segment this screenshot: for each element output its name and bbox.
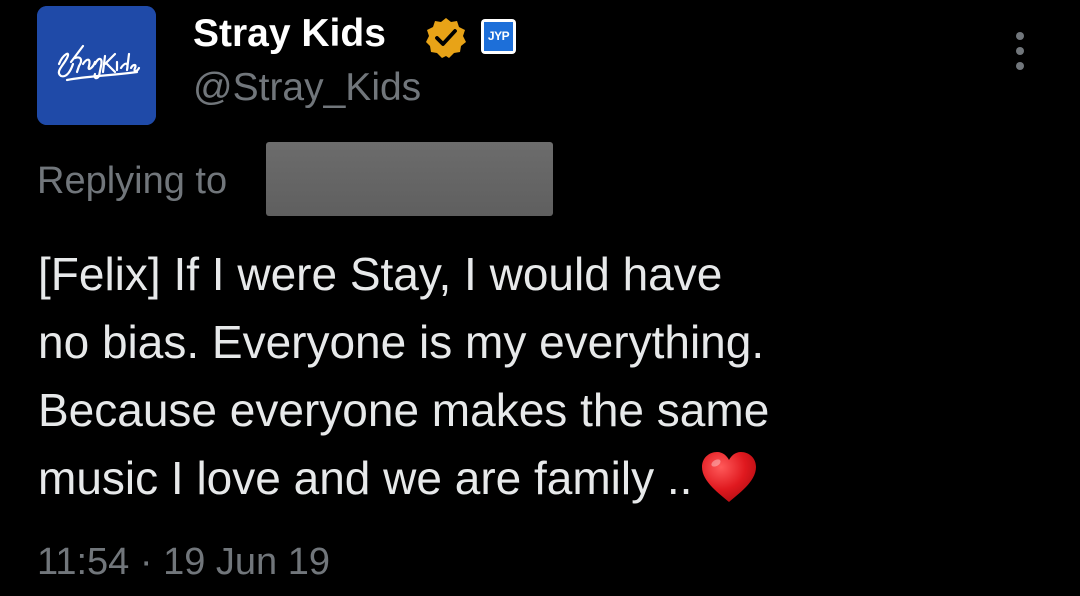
tweet-line: [Felix] If I were Stay, I would have: [38, 248, 723, 300]
display-name[interactable]: Stray Kids: [193, 12, 386, 56]
more-options-button[interactable]: [1006, 32, 1034, 72]
jyp-logo-icon: JYP: [484, 22, 513, 51]
tweet-line: Because everyone makes the same: [38, 384, 770, 436]
stray-kids-logo: [37, 6, 156, 125]
verified-badge-icon[interactable]: [424, 16, 468, 60]
meta-separator: ·: [139, 541, 153, 583]
heart-icon: [702, 452, 757, 502]
redacted-reply-target: [266, 142, 553, 216]
tweet-line-text: music I love and we are family ..: [38, 452, 693, 504]
replying-to-label: Replying to: [37, 160, 228, 202]
more-dot: [1016, 47, 1024, 55]
user-handle[interactable]: @Stray_Kids: [193, 66, 421, 110]
more-vertical-icon: [1016, 32, 1024, 40]
tweet-time: 11:54: [37, 541, 130, 583]
affiliate-badge[interactable]: JYP: [481, 19, 516, 54]
avatar[interactable]: [37, 6, 156, 125]
tweet-line: no bias. Everyone is my everything.: [38, 316, 765, 368]
tweet-text: [Felix] If I were Stay, I would have no …: [38, 240, 1038, 512]
more-dot: [1016, 62, 1024, 70]
tweet-line-last: music I love and we are family ..: [38, 444, 1038, 512]
tweet-date: 19 Jun 19: [163, 541, 330, 583]
timestamp[interactable]: 11:54 · 19 Jun 19: [37, 541, 330, 584]
